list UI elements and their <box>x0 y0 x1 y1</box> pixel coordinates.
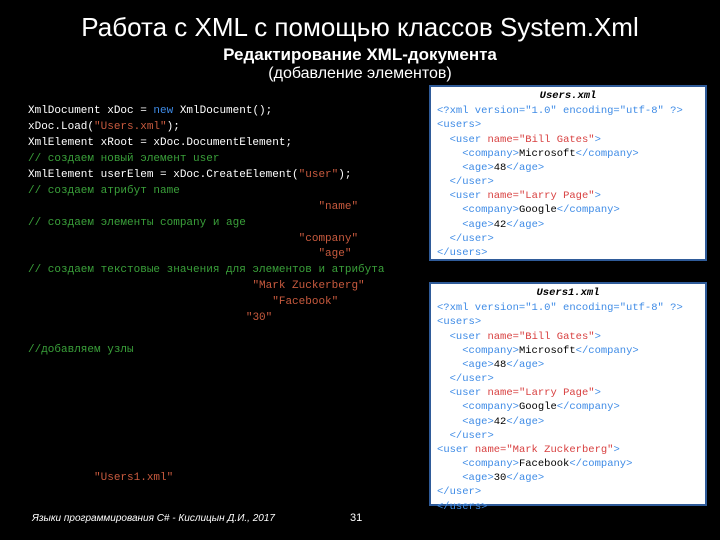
code-string: "30" <box>246 312 272 324</box>
attr-val: Larry Page <box>525 190 588 202</box>
page-number: 31 <box>350 512 362 524</box>
code-keyword: new <box>153 105 173 117</box>
footer-text: Языки программирования C# - Кислицын Д.И… <box>32 513 275 524</box>
slide-subtitle2: (добавление элементов) <box>0 65 720 83</box>
xml-text: Google <box>519 401 557 413</box>
attr-val: Larry Page <box>525 387 588 399</box>
code-line: XmlElement userElem = xDoc.CreateElement… <box>28 169 299 181</box>
code-string: "Users1.xml" <box>94 472 173 484</box>
code-line: XmlDocument(); <box>173 105 272 117</box>
attr-val: Bill Gates <box>525 134 588 146</box>
xml-box-users1: Users1.xml <?xml version="1.0" encoding=… <box>429 282 707 506</box>
xml-content: <?xml version="1.0" encoding="utf-8" ?> … <box>437 104 699 260</box>
xml-text: 42 <box>494 219 507 231</box>
code-comment: // создаем элементы company и age <box>28 217 246 229</box>
slide-title: Работа с XML с помощью классов System.Xm… <box>0 0 720 45</box>
xml-text: Facebook <box>519 458 569 470</box>
xml-text: 48 <box>494 162 507 174</box>
xml-text: 30 <box>494 472 507 484</box>
code-string: "Users.xml" <box>94 121 167 133</box>
code-string: "user" <box>299 169 339 181</box>
code-comment: // создаем новый элемент user <box>28 153 219 165</box>
xml-content: <?xml version="1.0" encoding="utf-8" ?> … <box>437 301 699 514</box>
code-string: "Facebook" <box>272 296 338 308</box>
code-string: "company" <box>299 233 358 245</box>
xml-text: Microsoft <box>519 148 576 160</box>
xml-text: 42 <box>494 416 507 428</box>
code-line: ); <box>338 169 351 181</box>
xml-text: Google <box>519 204 557 216</box>
code-string: "name" <box>318 201 358 213</box>
code-string: "Mark Zuckerberg" <box>252 280 364 292</box>
xml-box-users: Users.xml <?xml version="1.0" encoding="… <box>429 85 707 261</box>
attr-val: Mark Zuckerberg <box>513 444 608 456</box>
code-comment: // создаем текстовые значения для элемен… <box>28 264 384 276</box>
code-comment: //добавляем узлы <box>28 344 134 356</box>
code-block-left: XmlDocument xDoc = new XmlDocument(); xD… <box>28 104 408 487</box>
slide-subtitle: Редактирование XML-документа <box>0 45 720 65</box>
code-line: xDoc.Load( <box>28 121 94 133</box>
attr-val: Bill Gates <box>525 331 588 343</box>
xml-text: 48 <box>494 359 507 371</box>
code-string: "age" <box>318 248 351 260</box>
xml-text: Microsoft <box>519 345 576 357</box>
code-line: ); <box>167 121 180 133</box>
slide: Работа с XML с помощью классов System.Xm… <box>0 0 720 540</box>
code-comment: // создаем атрибут name <box>28 185 180 197</box>
code-line: XmlDocument xDoc = <box>28 105 153 117</box>
box-title: Users1.xml <box>437 286 699 300</box>
xml-decl: <?xml version="1.0" encoding="utf-8" ?> <box>437 105 683 117</box>
box-title: Users.xml <box>437 89 699 103</box>
code-line: XmlElement xRoot = xDoc.DocumentElement; <box>28 137 292 149</box>
xml-decl: <?xml version="1.0" encoding="utf-8" ?> <box>437 302 683 314</box>
